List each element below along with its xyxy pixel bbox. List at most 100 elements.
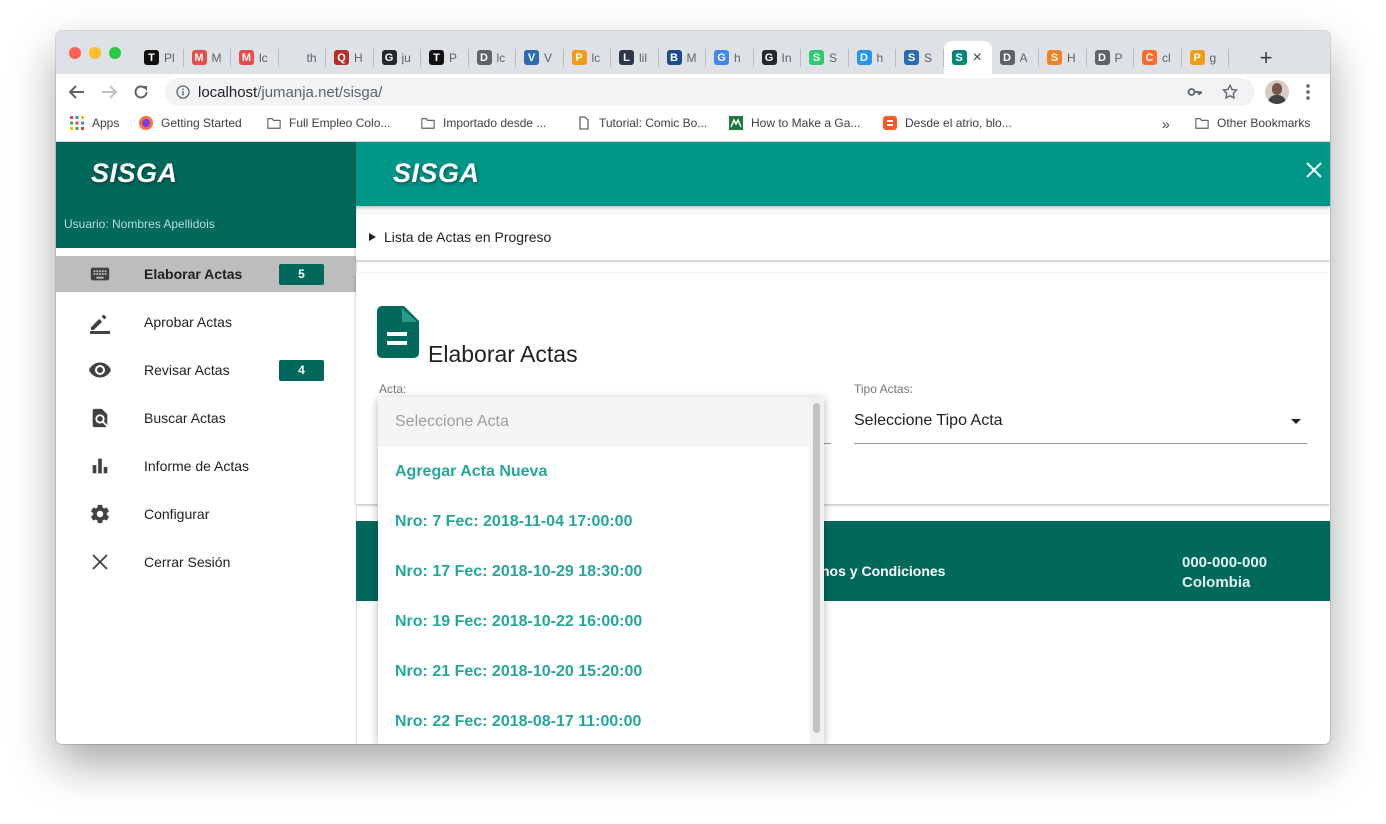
sidebar-item-revisar-actas[interactable]: Revisar Actas 4 (56, 352, 356, 388)
dropdown-option[interactable]: Nro: 19 Fec: 2018-10-22 16:00:00 (378, 597, 810, 647)
browser-tab[interactable]: MM (184, 41, 232, 74)
sidebar-item-configurar[interactable]: Configurar (56, 496, 356, 532)
tab-title: P (1114, 50, 1123, 65)
sidebar-item-cerrar-sesion[interactable]: Cerrar Sesión (56, 544, 356, 580)
menu-label: Informe de Actas (144, 458, 250, 474)
bookmark-tutorial[interactable]: Tutorial: Comic Bo... (577, 116, 707, 130)
browser-tab[interactable]: T Pl (136, 41, 184, 74)
menu-label: Cerrar Sesión (144, 554, 231, 570)
favicon-icon: S (951, 50, 967, 65)
bookmark-label: Getting Started (161, 116, 242, 130)
zoom-window-button[interactable] (109, 47, 121, 59)
browser-tab[interactable]: Llil (611, 41, 659, 74)
dropdown-option[interactable]: Nro: 21 Fec: 2018-10-20 15:20:00 (378, 647, 810, 697)
key-icon[interactable] (1187, 84, 1203, 100)
sidebar-item-elaborar-actas[interactable]: Elaborar Actas 5 (56, 256, 356, 292)
scrollbar-thumb[interactable] (813, 403, 820, 733)
star-icon[interactable] (1221, 83, 1239, 101)
browser-tab[interactable]: th (279, 41, 327, 74)
dropdown-option[interactable]: Nro: 17 Fec: 2018-10-29 18:30:00 (378, 547, 810, 597)
browser-tab[interactable]: Pg (1182, 41, 1230, 74)
bookmark-other[interactable]: Other Bookmarks (1195, 116, 1310, 130)
tab-title: h (876, 50, 884, 65)
sidebar-item-buscar-actas[interactable]: Buscar Actas (56, 400, 356, 436)
favicon-icon: D (999, 50, 1015, 65)
sidebar-item-aprobar-actas[interactable]: Aprobar Actas (56, 304, 356, 340)
sidebar-item-informe-de-actas[interactable]: Informe de Actas (56, 448, 356, 484)
terms-link[interactable]: nos y Condiciones (821, 563, 945, 579)
browser-tab[interactable]: BM (659, 41, 707, 74)
progress-list-toggle[interactable]: Lista de Actas en Progreso (369, 229, 551, 245)
browser-tab[interactable]: DA (992, 41, 1040, 74)
profile-avatar[interactable] (1265, 80, 1289, 104)
browser-tab[interactable]: TP (421, 41, 469, 74)
favicon-icon: Q (334, 50, 349, 65)
tab-title: H (1067, 50, 1076, 65)
browser-tab[interactable]: Dlc (469, 41, 517, 74)
keyboard-icon (88, 262, 112, 286)
browser-tab[interactable]: Dh (849, 41, 897, 74)
favicon-icon: T (429, 50, 444, 65)
dropdown-scrollbar[interactable] (810, 397, 824, 744)
bookmark-desde-atrio[interactable]: Desde el atrio, blo... (883, 116, 1012, 130)
arrow-right-icon (102, 85, 118, 99)
browser-tab[interactable]: SH (1039, 41, 1087, 74)
close-window-button[interactable] (69, 47, 81, 59)
address-bar[interactable]: localhost/jumanja.net/sisga/ (165, 78, 1255, 106)
close-button[interactable] (1302, 158, 1326, 182)
browser-tab[interactable]: DP (1087, 41, 1135, 74)
url-text[interactable]: localhost/jumanja.net/sisga/ (198, 84, 382, 101)
browser-tab[interactable]: G In (754, 41, 802, 74)
dropdown-option[interactable]: Nro: 22 Fec: 2018-08-17 11:00:00 (378, 697, 810, 744)
find-in-page-icon (88, 406, 112, 430)
browser-tab[interactable]: SS (896, 41, 944, 74)
bookmark-full-empleo[interactable]: Full Empleo Colo... (267, 116, 390, 130)
bar-chart-icon (88, 454, 112, 478)
browser-tab[interactable]: SS (801, 41, 849, 74)
browser-tab[interactable]: S × (943, 41, 992, 74)
browser-menu-button[interactable] (1300, 82, 1316, 102)
tab-title: lil (639, 50, 647, 65)
browser-tab[interactable]: Ccl (1134, 41, 1182, 74)
info-icon[interactable] (176, 85, 190, 99)
sidebar: SISGA Usuario: Nombres Apellidois Elabor… (56, 142, 357, 744)
favicon-icon: D (856, 50, 872, 65)
close-icon (88, 550, 112, 574)
browser-tab[interactable]: Mlc (231, 41, 279, 74)
favicon-icon: V (524, 50, 539, 65)
dropdown-option-agregar-acta[interactable]: Agregar Acta Nueva (378, 447, 810, 497)
folder-icon (421, 118, 435, 129)
progress-list-panel: Lista de Actas en Progreso (356, 214, 1330, 260)
minimize-window-button[interactable] (89, 47, 101, 59)
close-tab-button[interactable]: × (973, 49, 982, 67)
tipo-actas-label: Tipo Actas: (854, 382, 913, 396)
reload-button[interactable] (129, 80, 153, 104)
tab-strip: T Pl M M Mlc th Q H Gju T P Dlc V V Plc Llil B M Gh G In S S Dh… (56, 31, 1330, 74)
browser-tab[interactable]: QH (326, 41, 374, 74)
user-name: Usuario: Nombres Apellidois (64, 217, 215, 231)
favicon-icon: S (809, 50, 824, 65)
new-tab-button[interactable]: + (1254, 41, 1278, 74)
forward-button[interactable] (97, 80, 121, 104)
dropdown-placeholder[interactable]: Seleccione Acta (378, 397, 810, 447)
browser-tab[interactable]: VV (516, 41, 564, 74)
bookmark-apps[interactable]: Apps (70, 116, 119, 130)
tipo-actas-select[interactable]: Seleccione Tipo Acta (854, 407, 1307, 444)
reload-icon (134, 85, 148, 99)
browser-tab[interactable]: Plc (564, 41, 612, 74)
count-badge: 4 (279, 359, 324, 381)
favicon-icon: M (239, 50, 254, 65)
browser-tab[interactable]: Gh (706, 41, 754, 74)
menu-label: Revisar Actas (144, 362, 230, 378)
favicon-icon: P (1189, 50, 1205, 65)
bookmark-getting-started[interactable]: Getting Started (139, 116, 242, 130)
bookmark-importado[interactable]: Importado desde ... (421, 116, 546, 130)
menu-label: Elaborar Actas (144, 266, 243, 282)
dropdown-option[interactable]: Nro: 7 Fec: 2018-11-04 17:00:00 (378, 497, 810, 547)
browser-tab[interactable]: Gju (374, 41, 422, 74)
bookmarks-overflow-button[interactable]: » (1162, 116, 1170, 132)
bookmark-how-to[interactable]: How to Make a Ga... (729, 116, 860, 130)
tab-title: Pl (164, 50, 175, 65)
back-button[interactable] (65, 80, 89, 104)
bookmark-label: Apps (92, 116, 120, 130)
